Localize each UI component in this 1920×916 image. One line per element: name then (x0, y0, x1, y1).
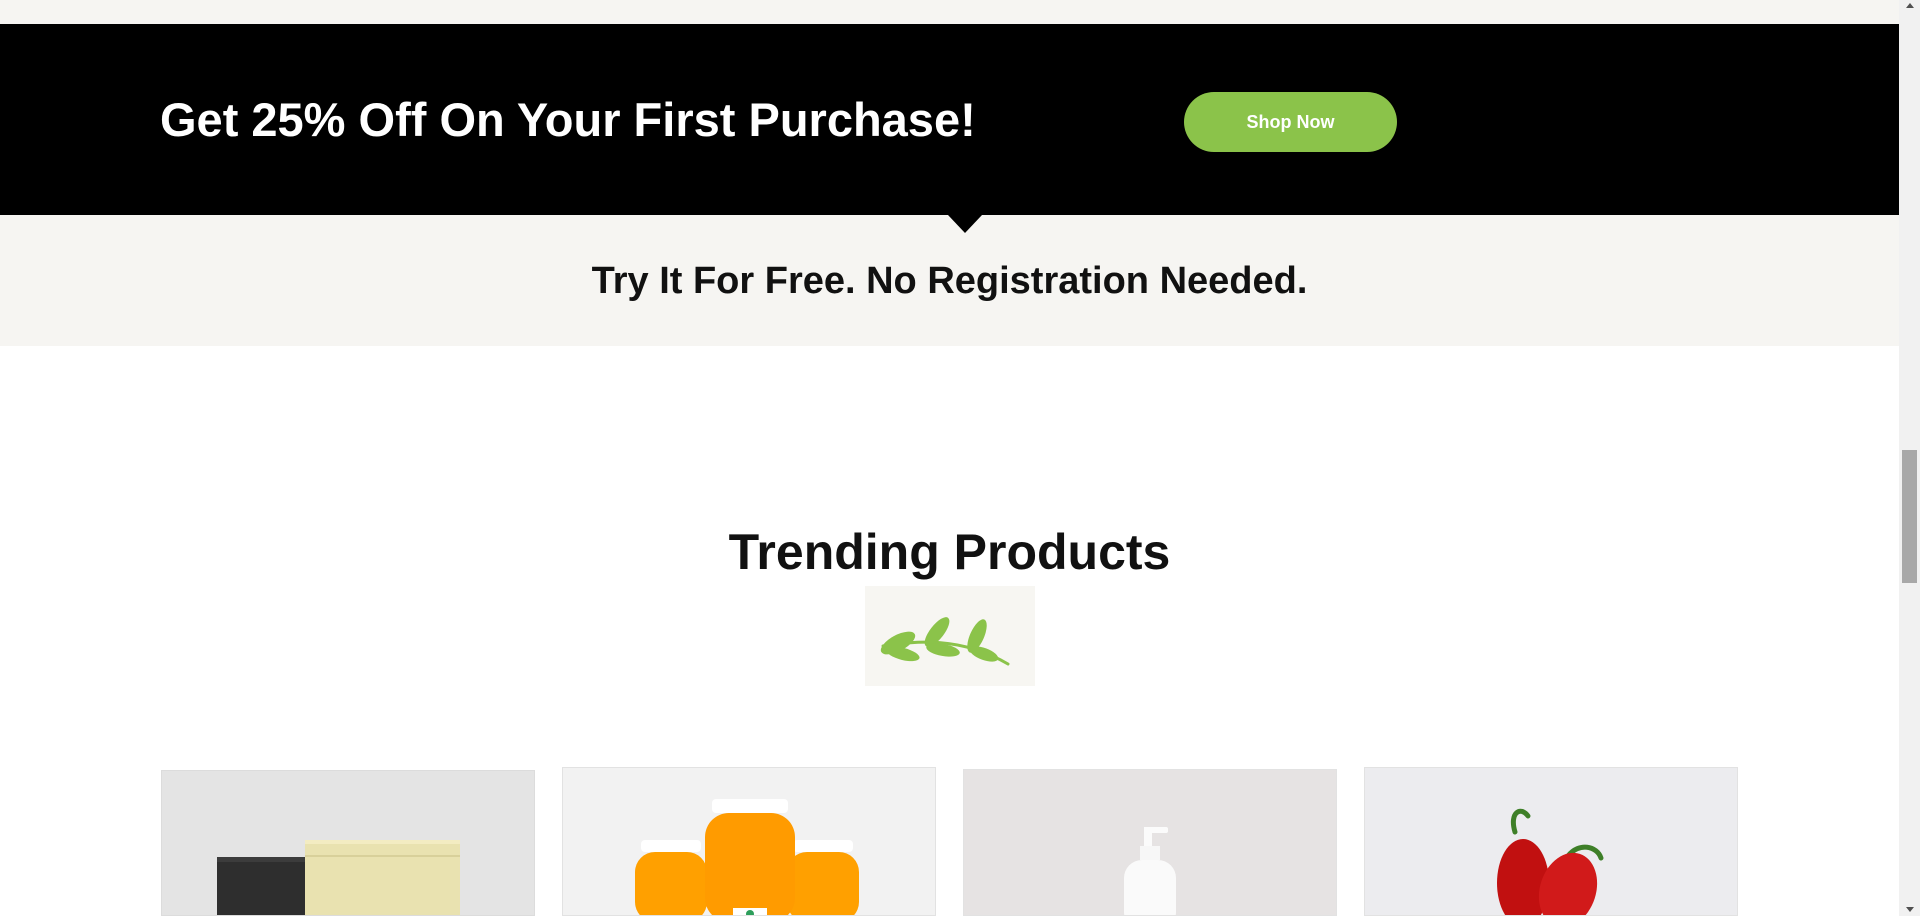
product-card[interactable] (1364, 767, 1738, 916)
scroll-down-arrow-icon[interactable] (1906, 907, 1914, 912)
leaf-branch-icon (865, 586, 1035, 686)
orange-juice-bottles-image (563, 768, 935, 915)
product-card[interactable] (161, 770, 535, 916)
scroll-up-arrow-icon[interactable] (1906, 3, 1914, 8)
pouch-bags-image (162, 771, 534, 915)
scrollbar-thumb[interactable] (1902, 450, 1917, 583)
soap-pump-bottle-image (964, 770, 1336, 915)
free-trial-text: Try It For Free. No Registration Needed. (591, 260, 1308, 302)
red-peppers-image (1365, 768, 1737, 915)
product-card[interactable] (562, 767, 936, 916)
top-strip (0, 0, 1899, 24)
product-card[interactable] (963, 769, 1337, 916)
promo-pointer (948, 215, 982, 233)
trending-products-title: Trending Products (728, 524, 1171, 580)
free-trial-band: Try It For Free. No Registration Needed. (0, 215, 1899, 346)
shop-now-button[interactable]: Shop Now (1184, 92, 1397, 152)
promo-title: Get 25% Off On Your First Purchase! (160, 93, 976, 146)
promo-banner: Get 25% Off On Your First Purchase! Shop… (0, 24, 1899, 215)
